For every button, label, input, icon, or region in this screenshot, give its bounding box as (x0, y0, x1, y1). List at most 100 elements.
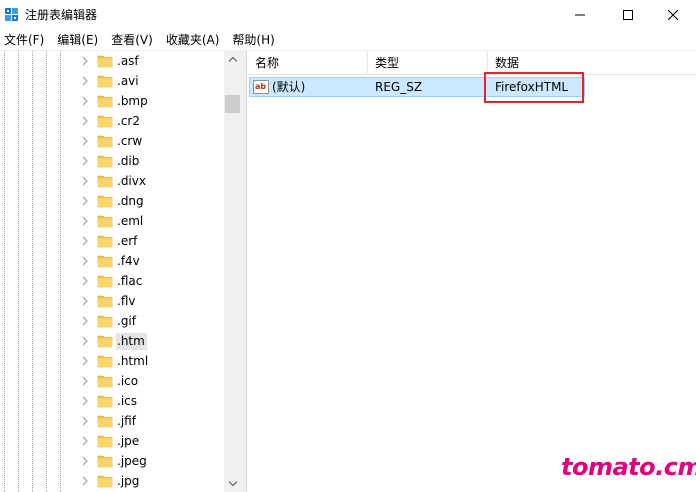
folder-icon (97, 335, 113, 348)
chevron-right-icon[interactable] (80, 256, 90, 266)
folder-icon (97, 215, 113, 228)
tree-item[interactable]: .jpe (0, 431, 224, 451)
registry-editor-icon (5, 8, 18, 21)
tree-item-label: .gif (117, 314, 136, 328)
chevron-right-icon[interactable] (80, 56, 90, 66)
tree-item-label: .crw (117, 134, 143, 148)
folder-icon (97, 155, 113, 168)
tree-item-label: .f4v (117, 254, 140, 268)
menu-help[interactable]: 帮助(H) (227, 30, 279, 50)
value-name: (默认) (272, 80, 306, 94)
tree-item-label: .asf (117, 54, 139, 68)
chevron-right-icon[interactable] (80, 416, 90, 426)
scroll-down-button[interactable] (224, 475, 241, 492)
minimize-icon (575, 14, 585, 16)
tree-item-label: .cr2 (117, 114, 140, 128)
column-header-name[interactable]: 名称 (247, 51, 367, 75)
tree-item-label: .jpg (117, 474, 140, 488)
tree-item-label: .jpeg (117, 454, 147, 468)
tree-item[interactable]: .html (0, 351, 224, 371)
chevron-right-icon[interactable] (80, 436, 90, 446)
tree-item-label: .divx (117, 174, 146, 188)
tree-item-label: .jpe (117, 434, 140, 448)
chevron-right-icon[interactable] (80, 96, 90, 106)
minimize-button[interactable] (557, 0, 603, 30)
string-value-icon: ab (253, 80, 269, 94)
chevron-right-icon[interactable] (80, 116, 90, 126)
folder-icon (97, 275, 113, 288)
tree-item[interactable]: .divx (0, 171, 224, 191)
chevron-right-icon[interactable] (80, 156, 90, 166)
tree-item[interactable]: .flac (0, 271, 224, 291)
tree-item[interactable]: .jfif (0, 411, 224, 431)
tree-item[interactable]: .bmp (0, 91, 224, 111)
chevron-right-icon[interactable] (80, 276, 90, 286)
chevron-right-icon[interactable] (80, 236, 90, 246)
menu-file[interactable]: 文件(F) (0, 30, 49, 50)
tree-item-label: .eml (117, 214, 144, 228)
tree-item[interactable]: .avi (0, 71, 224, 91)
tree-item[interactable]: .f4v (0, 251, 224, 271)
tree-item-label: .jfif (117, 414, 136, 428)
tree-item[interactable]: .erf (0, 231, 224, 251)
column-header-type[interactable]: 类型 (367, 51, 487, 75)
chevron-right-icon[interactable] (80, 216, 90, 226)
chevron-right-icon[interactable] (80, 296, 90, 306)
value-type: REG_SZ (375, 80, 423, 94)
menu-favorites[interactable]: 收藏夹(A) (161, 30, 225, 50)
registry-value-list[interactable]: 名称 类型 数据 ab (默认) REG_SZ FirefoxHTML (247, 51, 696, 492)
chevron-right-icon[interactable] (80, 336, 90, 346)
tree-item-label: .bmp (117, 94, 148, 108)
tree-item-label: .erf (117, 234, 138, 248)
tree-item[interactable]: .ico (0, 371, 224, 391)
tree-item[interactable]: .eml (0, 211, 224, 231)
tree-item[interactable]: .jpeg (0, 451, 224, 471)
chevron-right-icon[interactable] (80, 76, 90, 86)
chevron-right-icon[interactable] (80, 176, 90, 186)
folder-icon (97, 455, 113, 468)
tree-item[interactable]: .dng (0, 191, 224, 211)
menu-edit[interactable]: 编辑(E) (52, 30, 103, 50)
chevron-right-icon[interactable] (80, 356, 90, 366)
folder-icon (97, 235, 113, 248)
menu-view[interactable]: 查看(V) (106, 30, 158, 50)
chevron-right-icon[interactable] (80, 456, 90, 466)
tree-item[interactable]: .ics (0, 391, 224, 411)
tree-item-label: .html (117, 354, 149, 368)
chevron-right-icon[interactable] (80, 476, 90, 486)
chevron-right-icon[interactable] (80, 316, 90, 326)
tree-item-label: .flv (117, 294, 136, 308)
tree-item[interactable]: .flv (0, 291, 224, 311)
tree-item-label: .flac (117, 274, 143, 288)
tree-item[interactable]: .crw (0, 131, 224, 151)
chevron-right-icon[interactable] (80, 196, 90, 206)
maximize-icon (623, 10, 633, 20)
scroll-up-button[interactable] (224, 51, 241, 68)
close-button[interactable] (650, 0, 696, 30)
chevron-right-icon[interactable] (80, 136, 90, 146)
tree-item-label: .dib (117, 154, 140, 168)
maximize-button[interactable] (605, 0, 651, 30)
tree-item[interactable]: .dib (0, 151, 224, 171)
window-title: 注册表编辑器 (25, 8, 98, 22)
folder-icon (97, 295, 113, 308)
folder-icon (97, 475, 113, 488)
watermark: tomato.cm (561, 453, 696, 481)
folder-icon (97, 175, 113, 188)
folder-icon (97, 255, 113, 268)
folder-icon (97, 195, 113, 208)
tree-item[interactable]: .cr2 (0, 111, 224, 131)
tree-item[interactable]: .asf (0, 51, 224, 71)
tree-item[interactable]: .jpg (0, 471, 224, 491)
tree-item[interactable]: .gif (0, 311, 224, 331)
chevron-right-icon[interactable] (80, 396, 90, 406)
registry-key-tree[interactable]: .asf .avi .bmp .cr2 .crw .dib .divx .dng .eml .er… (0, 51, 242, 492)
chevron-right-icon[interactable] (80, 376, 90, 386)
scroll-thumb[interactable] (225, 95, 240, 113)
close-icon (668, 10, 678, 20)
tree-item[interactable]: .htm (0, 331, 224, 351)
tree-item-label: .ics (117, 394, 137, 408)
menu-bar: 文件(F) 编辑(E) 查看(V) 收藏夹(A) 帮助(H) (0, 30, 696, 50)
annotation-highlight-box (484, 72, 584, 103)
tree-scrollbar[interactable] (224, 51, 241, 492)
